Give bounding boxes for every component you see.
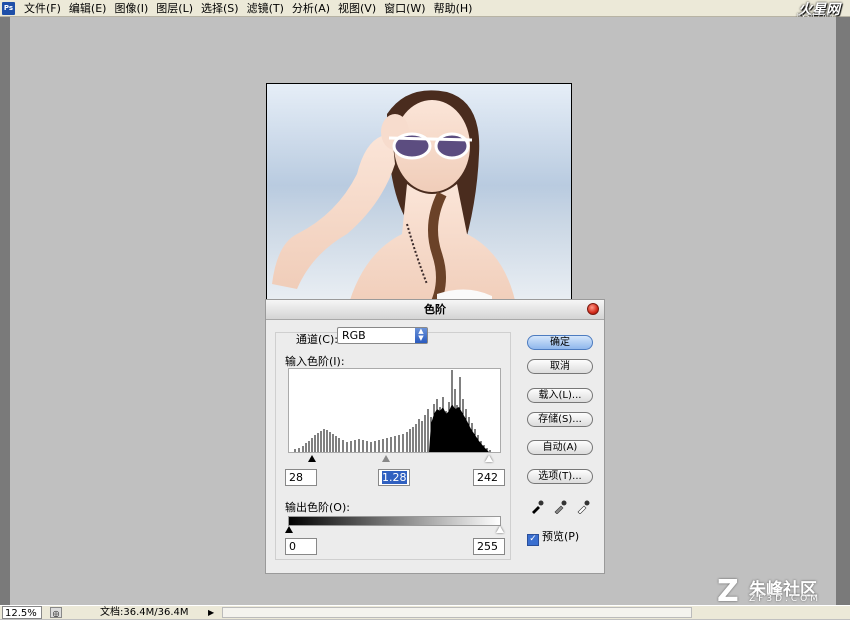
preview-checkbox[interactable]: ✓ (527, 534, 539, 546)
channel-select[interactable]: RGB ▲ ▼ (337, 327, 428, 344)
output-white-point-handle[interactable] (496, 526, 504, 533)
preview-label: 预览(P) (542, 530, 580, 543)
menu-filter[interactable]: 滤镜(T) (243, 0, 288, 17)
menu-view[interactable]: 视图(V) (334, 0, 380, 17)
right-panel-edge (836, 17, 850, 605)
levels-dialog: 色阶 通道(C): RGB ▲ ▼ 输入色阶(I): 28 1.28 242 输… (265, 299, 605, 574)
menu-bar: Ps 文件(F) 编辑(E) 图像(I) 图层(L) 选择(S) 滤镜(T) 分… (0, 0, 850, 20)
output-levels-slider[interactable] (285, 526, 504, 536)
black-eyedropper-icon[interactable] (530, 500, 544, 514)
watermark-url: ZF3D.COM (749, 594, 821, 604)
gray-eyedropper-icon[interactable] (553, 500, 567, 515)
select-arrows-icon: ▲ ▼ (415, 328, 427, 343)
menu-edit[interactable]: 编辑(E) (65, 0, 111, 17)
close-icon[interactable] (587, 303, 599, 315)
white-eyedropper-icon[interactable] (576, 500, 590, 515)
photo-image (272, 90, 517, 310)
menu-help[interactable]: 帮助(H) (430, 0, 477, 17)
input-levels-slider[interactable] (288, 454, 501, 464)
auto-button[interactable]: 自动(A) (527, 440, 593, 455)
output-white-field[interactable]: 255 (473, 538, 505, 555)
left-panel-edge (0, 17, 10, 605)
load-button[interactable]: 载入(L)... (527, 388, 593, 403)
horizontal-scrollbar[interactable] (222, 607, 692, 618)
menu-file[interactable]: 文件(F) (20, 0, 65, 17)
menu-select[interactable]: 选择(S) (197, 0, 243, 17)
zoom-field[interactable]: 12.5% (2, 606, 42, 619)
document-canvas[interactable] (266, 83, 572, 311)
save-button[interactable]: 存储(S)... (527, 412, 593, 427)
menu-items: 文件(F) 编辑(E) 图像(I) 图层(L) 选择(S) 滤镜(T) 分析(A… (20, 0, 476, 17)
input-gamma-handle[interactable] (382, 455, 390, 462)
cancel-button[interactable]: 取消 (527, 359, 593, 374)
channel-label: 通道(C): (296, 333, 338, 346)
channel-value: RGB (342, 329, 366, 342)
watermark-logo-icon: Z (717, 574, 739, 609)
preview-option[interactable]: ✓ 预览(P) (527, 528, 579, 546)
menu-analysis[interactable]: 分析(A) (288, 0, 334, 17)
input-gamma-field[interactable]: 1.28 (378, 469, 410, 486)
options-button[interactable]: 选项(T)... (527, 469, 593, 484)
menu-layer[interactable]: 图层(L) (152, 0, 197, 17)
menu-image[interactable]: 图像(I) (110, 0, 152, 17)
input-white-point-handle[interactable] (485, 455, 493, 462)
histogram (288, 368, 501, 453)
photoshop-logo-icon[interactable]: Ps (2, 2, 15, 15)
output-gradient-bar (288, 516, 501, 526)
output-levels-label: 输出色阶(O): (285, 501, 350, 514)
output-black-field[interactable]: 0 (285, 538, 317, 555)
input-gamma-value: 1.28 (382, 471, 407, 484)
input-black-field[interactable]: 28 (285, 469, 317, 486)
ok-button[interactable]: 确定 (527, 335, 593, 350)
document-size: 文档:36.4M/36.4M (100, 607, 189, 618)
dialog-title[interactable]: 色阶 (266, 300, 604, 320)
input-black-point-handle[interactable] (308, 455, 316, 462)
output-black-point-handle[interactable] (285, 526, 293, 533)
menu-window[interactable]: 窗口(W) (380, 0, 429, 17)
status-menu-icon[interactable]: ◎ (50, 607, 62, 618)
input-levels-label: 输入色阶(I): (285, 355, 345, 368)
status-arrow-icon[interactable]: ▶ (208, 607, 218, 618)
input-white-field[interactable]: 242 (473, 469, 505, 486)
histogram-graph (294, 370, 491, 452)
